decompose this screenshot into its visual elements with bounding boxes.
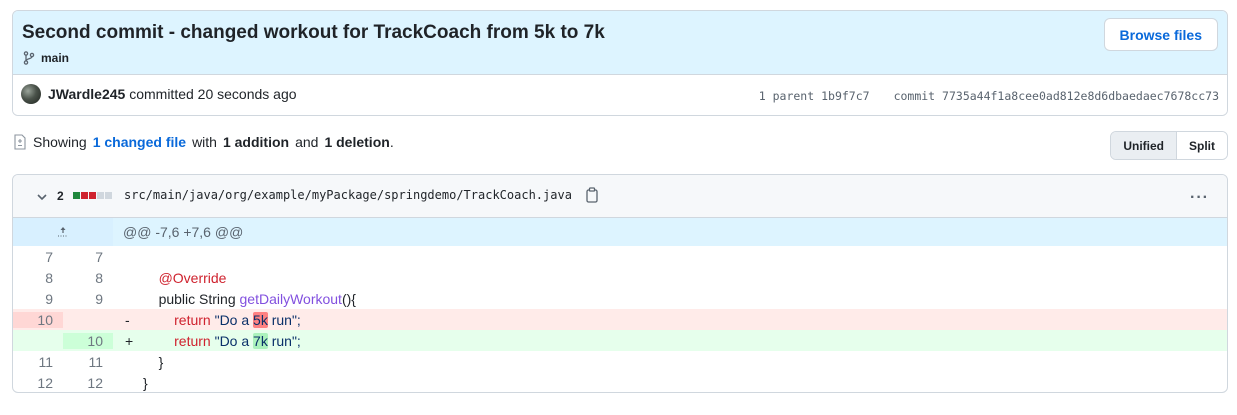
diffstat-bar bbox=[73, 192, 112, 199]
file-header: 2 src/main/java/org/example/myPackage/sp… bbox=[13, 175, 1227, 218]
diffstat-block bbox=[89, 192, 96, 199]
commit-meta: JWardle245 committed 20 seconds ago 1 pa… bbox=[13, 75, 1227, 115]
diffstat-block bbox=[105, 192, 112, 199]
copy-icon[interactable] bbox=[585, 187, 599, 203]
deleted-line: 10 - return "Do a 5k run"; bbox=[13, 309, 1227, 330]
summary-prefix: Showing bbox=[33, 134, 87, 150]
diffstat-block bbox=[81, 192, 88, 199]
code-line: public String getDailyWorkout(){ bbox=[158, 290, 356, 307]
old-line-number[interactable]: 8 bbox=[13, 270, 63, 286]
diff-change-count: 2 bbox=[57, 189, 64, 203]
additions-count: 1 addition bbox=[222, 134, 290, 150]
chevron-down-icon[interactable] bbox=[35, 190, 49, 204]
hunk-header-row: @@ -7,6 +7,6 @@ bbox=[13, 218, 1227, 246]
code-line: } bbox=[143, 374, 148, 391]
file-path[interactable]: src/main/java/org/example/myPackage/spri… bbox=[124, 188, 572, 202]
parent-sha-link[interactable]: 1b9f7c7 bbox=[821, 89, 869, 103]
sha-line: 1 parent 1b9f7c7 commit 7735a44f1a8cee0a… bbox=[759, 89, 1219, 103]
commit-sha: 7735a44f1a8cee0ad812e8d6dbaedaec7678cc73 bbox=[942, 89, 1219, 103]
commit-info: commit 7735a44f1a8cee0ad812e8d6dbaedaec7… bbox=[893, 89, 1219, 103]
diff-line: 9 9 public String getDailyWorkout(){ bbox=[13, 288, 1227, 309]
git-branch-icon bbox=[23, 51, 35, 65]
code-line: } bbox=[158, 353, 164, 370]
diffstat-block bbox=[73, 192, 80, 199]
expand-arrow-icon bbox=[58, 227, 68, 237]
view-toggle: Unified Split bbox=[1110, 131, 1228, 160]
branch-name: main bbox=[41, 51, 70, 65]
diff-line: 8 8 @Override bbox=[13, 267, 1227, 288]
diff-line: 12 12 } bbox=[13, 372, 1227, 392]
new-line-number[interactable]: 10 bbox=[63, 332, 113, 349]
summary-and: and bbox=[295, 134, 319, 150]
new-line-number[interactable]: 7 bbox=[63, 249, 113, 265]
new-line-number[interactable]: 8 bbox=[63, 270, 113, 286]
diff-line: 7 7 bbox=[13, 246, 1227, 267]
diff-summary: Showing 1 changed file with 1 addition a… bbox=[13, 134, 394, 150]
old-line-number[interactable]: 11 bbox=[13, 354, 63, 370]
code-line: return "Do a 5k run"; bbox=[174, 311, 301, 328]
old-line-number[interactable]: 10 bbox=[13, 311, 63, 328]
diff-sign: - bbox=[125, 311, 130, 328]
old-line-number[interactable]: 7 bbox=[13, 249, 63, 265]
commit-title-bar: Second commit - changed workout for Trac… bbox=[13, 11, 1227, 75]
commit-header: Second commit - changed workout for Trac… bbox=[12, 10, 1228, 116]
hunk-header: @@ -7,6 +7,6 @@ bbox=[123, 224, 244, 240]
changed-files-link[interactable]: 1 changed file bbox=[93, 134, 186, 150]
diff-sign: + bbox=[125, 332, 134, 349]
summary-with: with bbox=[192, 134, 217, 150]
code-line: @Override bbox=[158, 269, 227, 286]
branch-indicator[interactable]: main bbox=[23, 51, 69, 65]
commit-time: 20 seconds ago bbox=[197, 86, 297, 102]
old-line-number[interactable]: 9 bbox=[13, 291, 63, 307]
code-line: return "Do a 7k run"; bbox=[174, 332, 301, 349]
commit-title: Second commit - changed workout for Trac… bbox=[22, 22, 605, 43]
parent-info: 1 parent 1b9f7c7 bbox=[758, 89, 870, 103]
browse-files-button[interactable]: Browse files bbox=[1103, 18, 1218, 51]
new-line-number[interactable]: 11 bbox=[63, 354, 113, 370]
added-line: 10 + return "Do a 7k run"; bbox=[13, 330, 1227, 351]
old-line-number[interactable]: 12 bbox=[13, 375, 63, 391]
more-options-icon[interactable]: ··· bbox=[1190, 189, 1209, 207]
diff-line: 11 11 } bbox=[13, 351, 1227, 372]
author-line: JWardle245 committed 20 seconds ago bbox=[48, 86, 297, 102]
new-line-number[interactable]: 9 bbox=[63, 291, 113, 307]
avatar[interactable] bbox=[21, 84, 41, 104]
deletions-count: 1 deletion bbox=[324, 134, 390, 150]
author-link[interactable]: JWardle245 bbox=[48, 86, 125, 102]
summary-suffix: . bbox=[389, 134, 394, 150]
commit-action: committed bbox=[129, 86, 194, 102]
file-diff-icon bbox=[14, 134, 26, 150]
expand-up-icon[interactable] bbox=[13, 218, 113, 246]
split-view-button[interactable]: Split bbox=[1177, 132, 1227, 159]
diffstat-block bbox=[97, 192, 104, 199]
new-line-number[interactable]: 12 bbox=[63, 375, 113, 391]
unified-view-button[interactable]: Unified bbox=[1111, 132, 1177, 159]
file-diff: 2 src/main/java/org/example/myPackage/sp… bbox=[12, 174, 1228, 393]
